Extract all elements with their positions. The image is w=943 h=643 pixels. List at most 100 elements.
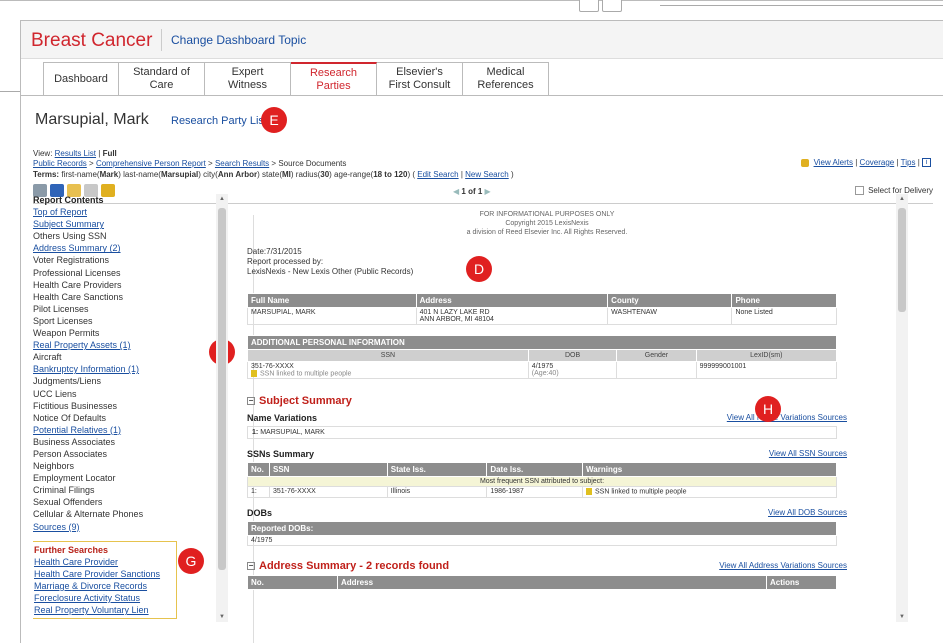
tab-expert-witness[interactable]: Expert Witness: [205, 62, 291, 95]
left-scrollbar[interactable]: ▲ ▼: [216, 194, 228, 622]
nav-item[interactable]: Subject Summary: [33, 218, 211, 230]
tab-medical-references[interactable]: Medical References: [463, 62, 549, 95]
nav-item[interactable]: Potential Relatives (1): [33, 424, 211, 436]
view-all-address-link[interactable]: View All Address Variations Sources: [719, 561, 847, 570]
header-bar: Breast Cancer Change Dashboard Topic: [21, 21, 943, 59]
nav-item: Sport Licenses: [33, 315, 93, 326]
nav-item: Weapon Permits: [33, 328, 100, 339]
scroll-up-icon[interactable]: ▲: [219, 196, 225, 202]
coverage-link[interactable]: Coverage: [860, 158, 895, 167]
tab-label: Elsevier's First Consult: [388, 66, 451, 91]
tab-standard-of-care[interactable]: Standard of Care: [119, 62, 205, 95]
dob-cell: 4/1975 (Age:40): [527, 360, 618, 380]
ssn-cell: 351-76-XXXX: [269, 486, 388, 498]
view-alerts-link[interactable]: View Alerts: [814, 158, 853, 167]
further-search-link[interactable]: Marriage & Divorce Records: [34, 580, 174, 592]
ssn-summary-header: SSNs Summary View All SSN Sources: [247, 449, 847, 459]
column-header: Date Iss.: [486, 462, 584, 478]
edit-search-link[interactable]: Edit Search: [417, 170, 458, 179]
nav-item: Fictitious Businesses: [33, 400, 118, 411]
delivery-checkbox[interactable]: [855, 186, 865, 195]
research-party-list-link[interactable]: Research Party List: [171, 115, 267, 127]
view-all-name-variations-link[interactable]: View All Name Variations Sources: [727, 413, 847, 423]
nav-item[interactable]: Address Summary (2): [33, 242, 211, 254]
address-summary-heading[interactable]: − Address Summary - 2 records found: [247, 560, 449, 572]
collapse-icon[interactable]: −: [247, 397, 255, 406]
terms-text: first-name(: [61, 170, 100, 179]
disclaimer: FOR INFORMATIONAL PURPOSES ONLY Copyrigh…: [247, 210, 847, 237]
view-all-ssn-link[interactable]: View All SSN Sources: [769, 449, 847, 459]
table-row: 351-76-XXXX SSN linked to multiple people…: [247, 360, 838, 380]
tab-label: Research Parties: [309, 67, 358, 92]
nav-item[interactable]: Sources (9): [33, 521, 211, 533]
terms-text: ) last-name(: [118, 170, 161, 179]
nav-item: Business Associates: [33, 436, 116, 447]
breadcrumb-public-records[interactable]: Public Records: [33, 159, 87, 168]
callout-badge-d: D: [466, 256, 492, 282]
edge-line: [660, 5, 943, 6]
disclaimer-line: FOR INFORMATIONAL PURPOSES ONLY: [479, 211, 615, 218]
further-search-link[interactable]: Health Care Provider Sanctions: [34, 568, 174, 580]
column-header: DOB: [527, 349, 618, 362]
nav-item[interactable]: Bankruptcy Information (1): [33, 363, 211, 375]
nav-item: Criminal Filings: [33, 485, 95, 496]
window-control-button[interactable]: [579, 0, 599, 12]
brand-title[interactable]: Breast Cancer: [31, 30, 152, 52]
ssn-warning: SSN linked to multiple people: [260, 370, 352, 378]
column-header: Phone: [731, 293, 837, 308]
tabs-underline: [21, 95, 943, 96]
scroll-down-icon[interactable]: ▼: [899, 614, 905, 620]
tab-dashboard[interactable]: Dashboard: [43, 62, 119, 95]
nav-item: Voter Registrations: [33, 255, 110, 266]
table-row: 1: 351-76-XXXX Illinois 1986-1987 SSN li…: [247, 486, 837, 498]
results-list-link[interactable]: Results List: [55, 149, 96, 158]
nav-item: Aircraft: [33, 352, 62, 363]
further-search-link[interactable]: Foreclosure Activity Status: [34, 592, 174, 604]
tab-first-consult[interactable]: Elsevier's First Consult: [377, 62, 463, 95]
separator: |: [98, 149, 101, 158]
view-selector: View: Results List | Full: [33, 149, 117, 158]
separator: |: [896, 158, 899, 167]
breadcrumb-separator: >: [89, 159, 94, 168]
info-icon[interactable]: i: [922, 158, 931, 168]
scroll-thumb[interactable]: [218, 208, 226, 570]
breadcrumb-separator: >: [208, 159, 213, 168]
nav-item[interactable]: Top of Report: [33, 206, 211, 218]
new-search-link[interactable]: New Search: [465, 170, 509, 179]
nav-item: Pilot Licenses: [33, 303, 89, 314]
window-control-button[interactable]: [602, 0, 622, 12]
column-header: No.: [247, 462, 270, 478]
tips-link[interactable]: Tips: [901, 158, 916, 167]
address-table: No. Address Actions: [247, 574, 837, 590]
ssn-table: No. SSN State Iss. Date Iss. Warnings Mo…: [247, 462, 837, 498]
breadcrumb-current: Source Documents: [278, 159, 347, 168]
nav-item[interactable]: Real Property Assets (1): [33, 339, 211, 351]
dob-value: 4/1975: [531, 363, 554, 370]
additional-info-table: ADDITIONAL PERSONAL INFORMATION SSN DOB …: [247, 335, 838, 380]
change-topic-link[interactable]: Change Dashboard Topic: [171, 33, 306, 47]
dob-cell: 4/1975: [247, 534, 837, 546]
view-all-dob-link[interactable]: View All DOB Sources: [768, 508, 847, 518]
further-search-link[interactable]: Real Property Voluntary Lien: [34, 604, 174, 616]
callout-badge-h: H: [755, 396, 781, 422]
main-scrollbar[interactable]: ▲ ▼: [896, 194, 908, 622]
select-for-delivery[interactable]: Select for Delivery: [855, 186, 933, 195]
tab-research-parties[interactable]: Research Parties: [291, 62, 377, 96]
nav-item: Cellular & Alternate Phones: [33, 509, 144, 520]
breadcrumb-comprehensive-report[interactable]: Comprehensive Person Report: [96, 159, 206, 168]
scroll-thumb[interactable]: [898, 208, 906, 312]
date-cell: 1986-1987: [486, 486, 584, 498]
full-view-label: Full: [102, 149, 117, 158]
column-header: Address: [337, 574, 767, 590]
scroll-down-icon[interactable]: ▼: [219, 614, 225, 620]
further-search-link[interactable]: Health Care Provider: [34, 556, 174, 568]
nav-item: Neighbors: [33, 461, 75, 472]
section-header: ADDITIONAL PERSONAL INFORMATION: [247, 335, 837, 350]
processor-name: LexisNexis - New Lexis Other (Public Rec…: [247, 267, 414, 276]
scroll-up-icon[interactable]: ▲: [899, 196, 905, 202]
breadcrumb-search-results[interactable]: Search Results: [215, 159, 269, 168]
breadcrumb: Public Records > Comprehensive Person Re…: [33, 159, 346, 168]
collapse-icon[interactable]: −: [247, 561, 255, 570]
bell-icon: [801, 158, 810, 167]
column-header: SSN: [269, 462, 388, 478]
